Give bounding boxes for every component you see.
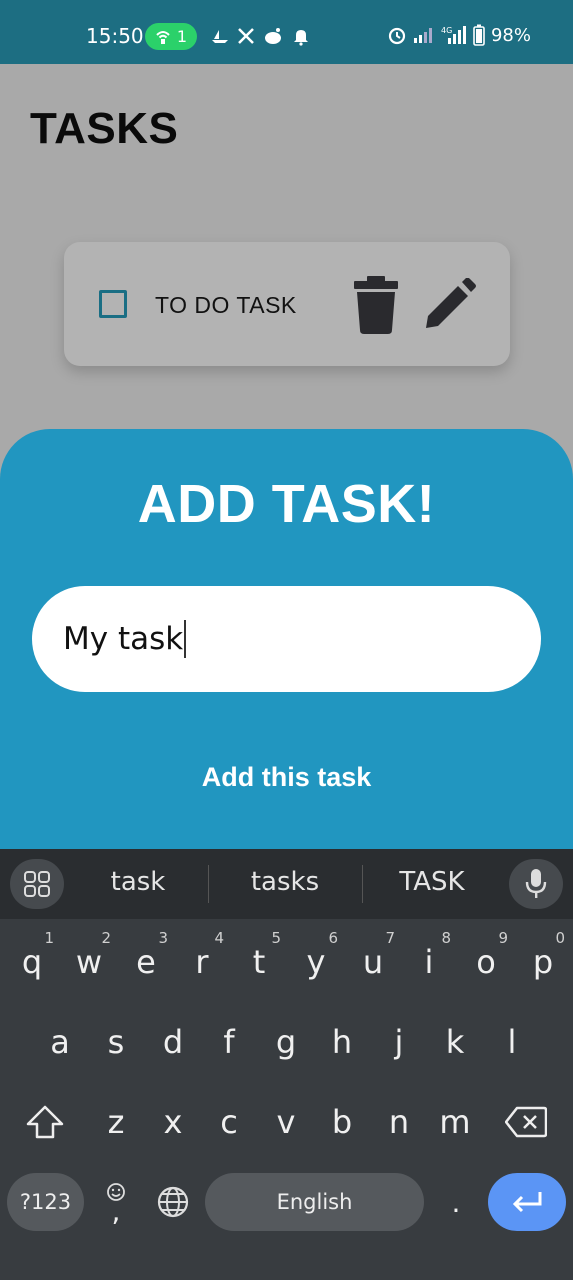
shift-icon bbox=[26, 1105, 64, 1139]
task-input-value: My task bbox=[63, 621, 184, 657]
key-q[interactable]: q1 bbox=[4, 927, 60, 997]
key-f[interactable]: f bbox=[201, 1007, 257, 1077]
page-title: TASKS bbox=[30, 104, 179, 153]
grid-icon bbox=[24, 871, 50, 897]
sheet-title: ADD TASK! bbox=[137, 474, 436, 534]
emoji-comma-key[interactable]: , bbox=[88, 1167, 144, 1237]
bell-icon bbox=[294, 30, 308, 46]
voice-input-button[interactable] bbox=[509, 859, 563, 909]
key-b[interactable]: b bbox=[314, 1087, 370, 1157]
key-h[interactable]: h bbox=[314, 1007, 370, 1077]
status-time: 15:50 bbox=[86, 24, 144, 48]
suggestion-1[interactable]: task bbox=[68, 867, 208, 897]
status-bar: 15:50 1 4G 98% bbox=[0, 0, 573, 64]
svg-text:4G: 4G bbox=[441, 26, 452, 35]
key-n[interactable]: n bbox=[371, 1087, 427, 1157]
key-e[interactable]: e3 bbox=[118, 927, 174, 997]
suggestion-divider bbox=[208, 865, 209, 903]
symbols-key[interactable]: ?123 bbox=[7, 1173, 84, 1231]
task-label: TO DO TASK bbox=[155, 292, 297, 318]
battery-icon bbox=[473, 24, 485, 46]
key-m[interactable]: m bbox=[427, 1087, 483, 1157]
key-s[interactable]: s bbox=[88, 1007, 144, 1077]
key-i[interactable]: i8 bbox=[401, 927, 457, 997]
enter-key[interactable] bbox=[488, 1173, 566, 1231]
x-logo-icon bbox=[238, 28, 254, 44]
hotspot-badge: 1 bbox=[145, 23, 197, 50]
suggestion-2[interactable]: tasks bbox=[215, 867, 355, 897]
signal-4g-icon: 4G bbox=[441, 26, 466, 44]
backspace-icon bbox=[505, 1106, 547, 1138]
boat-icon bbox=[212, 30, 228, 43]
alarm-icon bbox=[388, 27, 406, 45]
backspace-key[interactable] bbox=[498, 1087, 554, 1157]
key-c[interactable]: c bbox=[201, 1087, 257, 1157]
hotspot-count: 1 bbox=[176, 27, 188, 46]
task-card[interactable]: TO DO TASK bbox=[64, 242, 510, 366]
keyboard-keys: q1 w2 e3 r4 t5 y6 u7 i8 o9 p0 a s d f g … bbox=[0, 919, 573, 1280]
apps-grid-button[interactable] bbox=[10, 859, 64, 909]
microphone-icon bbox=[525, 869, 547, 898]
key-a[interactable]: a bbox=[32, 1007, 88, 1077]
key-j[interactable]: j bbox=[371, 1007, 427, 1077]
key-p[interactable]: p0 bbox=[515, 927, 571, 997]
add-task-button[interactable]: Add this task bbox=[0, 762, 573, 793]
globe-icon bbox=[157, 1186, 189, 1218]
suggestion-bar: task tasks TASK bbox=[0, 849, 573, 919]
key-x[interactable]: x bbox=[145, 1087, 201, 1157]
key-g[interactable]: g bbox=[258, 1007, 314, 1077]
suggestion-3[interactable]: TASK bbox=[362, 867, 502, 897]
text-caret bbox=[184, 620, 187, 658]
soft-keyboard: task tasks TASK q1 w2 e3 r4 t5 y6 u7 i8 … bbox=[0, 849, 573, 1280]
key-v[interactable]: v bbox=[258, 1087, 314, 1157]
key-u[interactable]: u7 bbox=[345, 927, 401, 997]
task-list-screen: TASKS TO DO TASK bbox=[0, 64, 573, 430]
key-w[interactable]: w2 bbox=[61, 927, 117, 997]
add-task-sheet: ADD TASK! My task Add this task bbox=[0, 429, 573, 889]
battery-percent: 98% bbox=[490, 24, 531, 46]
signal-icon bbox=[413, 28, 432, 43]
enter-icon bbox=[512, 1192, 542, 1213]
edit-icon[interactable] bbox=[424, 278, 476, 330]
reddit-icon bbox=[265, 28, 281, 44]
period-key[interactable]: . bbox=[428, 1167, 484, 1237]
key-o[interactable]: o9 bbox=[458, 927, 514, 997]
language-key[interactable] bbox=[145, 1173, 201, 1231]
key-l[interactable]: l bbox=[484, 1007, 540, 1077]
key-r[interactable]: r4 bbox=[174, 927, 230, 997]
key-d[interactable]: d bbox=[145, 1007, 201, 1077]
space-bar[interactable]: English bbox=[205, 1173, 424, 1231]
hotspot-icon bbox=[156, 30, 170, 44]
task-name-input[interactable]: My task bbox=[32, 586, 541, 692]
task-checkbox[interactable] bbox=[99, 290, 127, 318]
comma-label: , bbox=[111, 1195, 121, 1228]
key-k[interactable]: k bbox=[427, 1007, 483, 1077]
key-y[interactable]: y6 bbox=[288, 927, 344, 997]
delete-icon[interactable] bbox=[354, 276, 398, 334]
key-z[interactable]: z bbox=[88, 1087, 144, 1157]
status-right: 4G 98% bbox=[387, 24, 531, 46]
key-t[interactable]: t5 bbox=[231, 927, 287, 997]
shift-key[interactable] bbox=[17, 1087, 73, 1157]
